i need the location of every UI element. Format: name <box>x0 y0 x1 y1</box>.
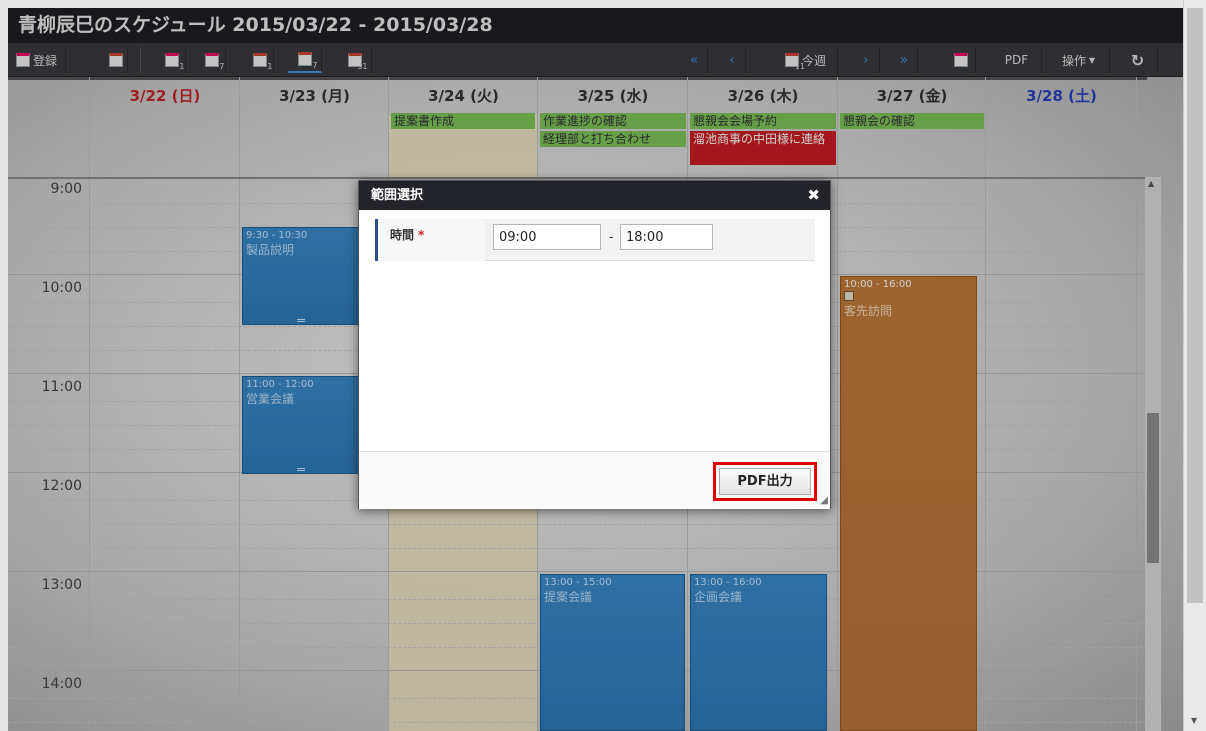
range-separator: - <box>609 230 614 245</box>
pdf-export-button[interactable]: PDF出力 <box>719 468 811 495</box>
required-mark: * <box>418 228 425 242</box>
highlight-box: PDF出力 <box>713 462 817 501</box>
dialog-title: 範囲選択 ✖ <box>359 181 830 210</box>
resize-handle-icon[interactable]: ◢ <box>820 495 828 506</box>
dialog-title-text: 範囲選択 <box>371 188 424 203</box>
range-select-dialog: 範囲選択 ✖ 時間 * 09:00 - 18:00 PDF出力 ◢ <box>358 180 831 509</box>
time-label-text: 時間 <box>390 228 415 242</box>
schedule-app: 青柳辰巳のスケジュール 2015/03/22 - 2015/03/28 登録 1… <box>0 0 1206 731</box>
time-field-label: 時間 * <box>375 219 485 261</box>
scroll-down-icon[interactable]: ▼ <box>1191 716 1197 725</box>
page-scroll-thumb[interactable] <box>1187 8 1203 603</box>
time-row: 時間 * 09:00 - 18:00 <box>375 219 815 261</box>
start-time-input[interactable]: 09:00 <box>493 224 601 250</box>
close-icon[interactable]: ✖ <box>807 181 820 210</box>
end-time-input[interactable]: 18:00 <box>620 224 713 250</box>
page-scrollbar[interactable]: ▼ <box>1183 0 1206 731</box>
